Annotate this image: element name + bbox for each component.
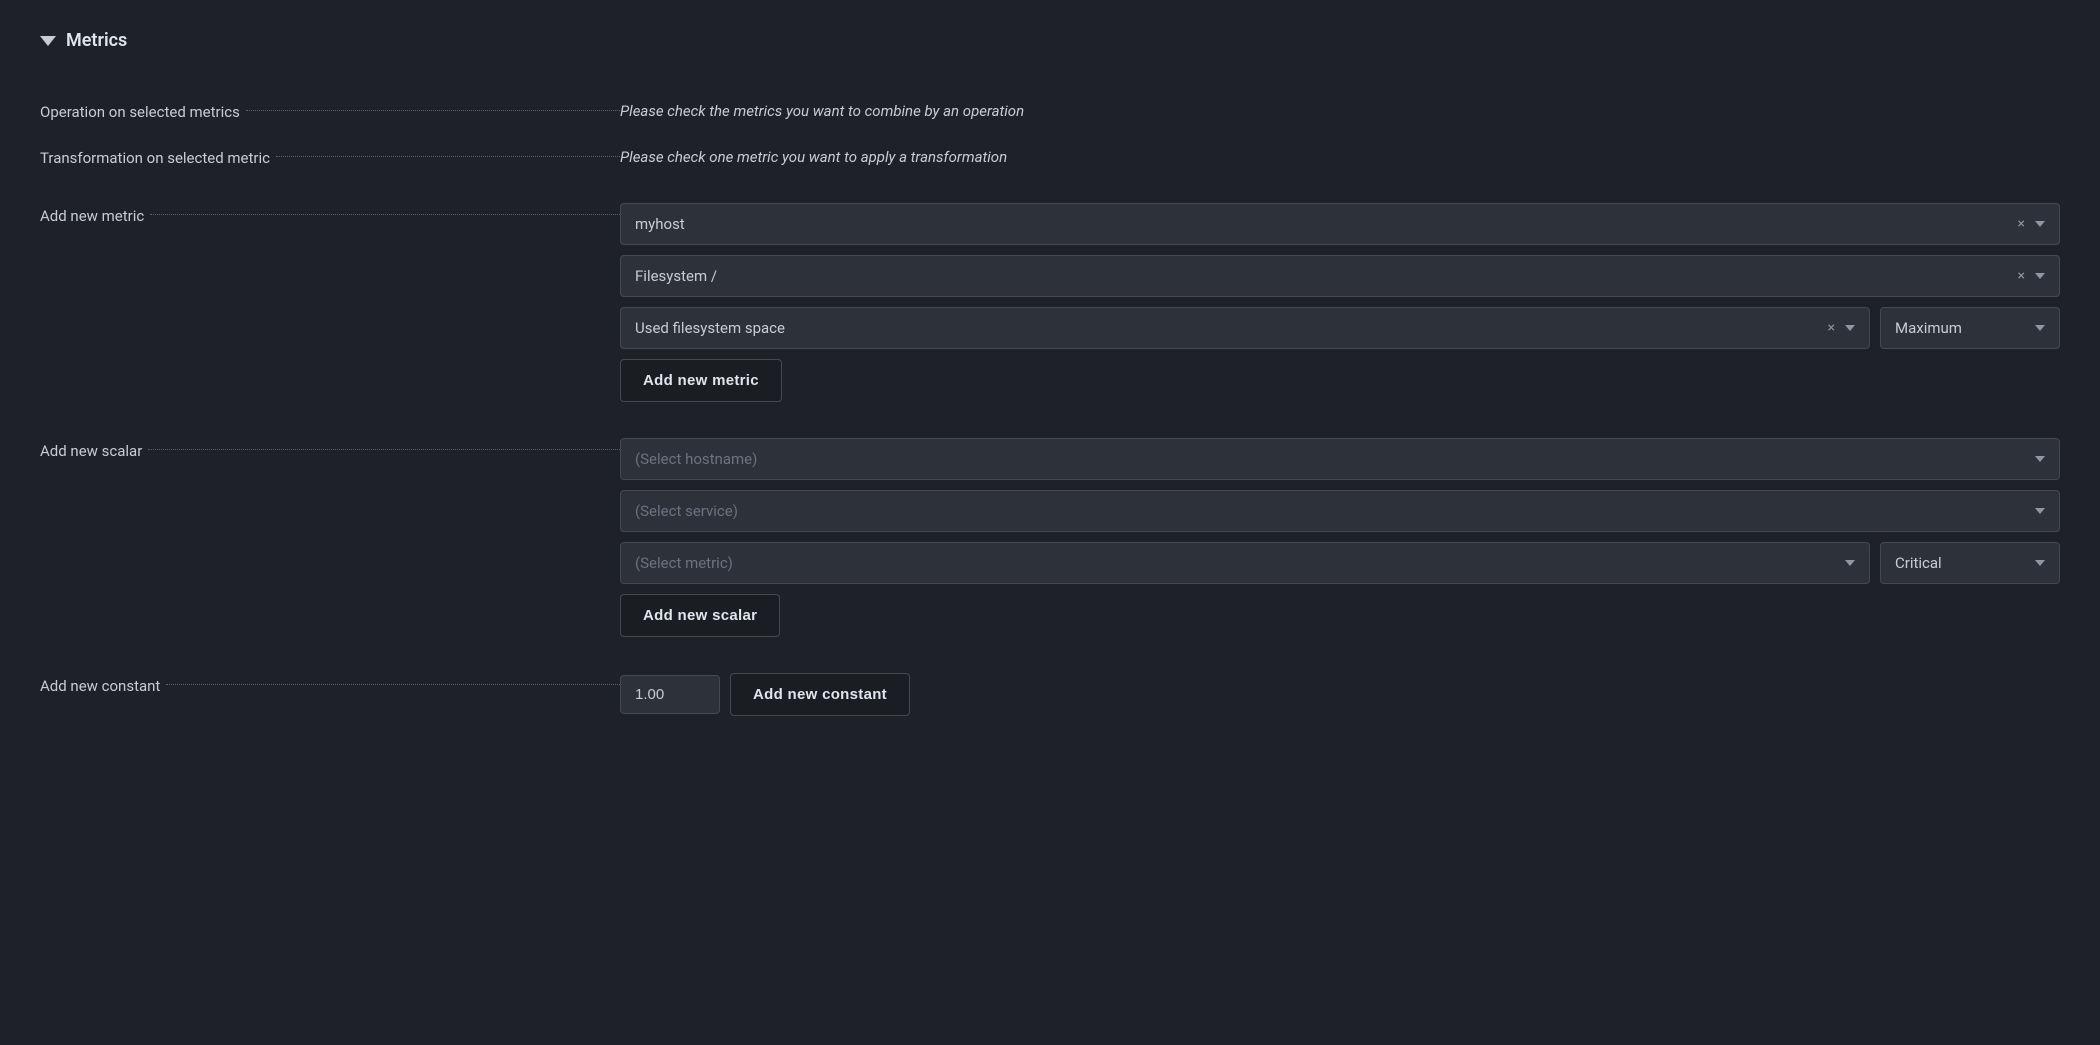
metric-clear-icon[interactable]: × bbox=[1828, 320, 1835, 336]
operation-row: Operation on selected metrics Please che… bbox=[40, 81, 2060, 141]
add-scalar-dotted bbox=[148, 449, 620, 450]
hostname-clear-icon[interactable]: × bbox=[2018, 216, 2025, 232]
scalar-metric-placeholder: (Select metric) bbox=[635, 554, 733, 572]
scalar-consolidation-chevron-icon[interactable] bbox=[2035, 560, 2045, 566]
metric-value: Used filesystem space bbox=[635, 319, 785, 337]
scalar-metric-dropdown[interactable]: (Select metric) bbox=[620, 542, 1870, 584]
transformation-info-line2: Please check one metric you want to appl… bbox=[620, 145, 2060, 169]
constant-value-input[interactable] bbox=[620, 675, 720, 714]
filesystem-clear-icon[interactable]: × bbox=[2018, 268, 2025, 284]
scalar-hostname-dropdown[interactable]: (Select hostname) bbox=[620, 438, 2060, 480]
filesystem-dropdown-row: Filesystem / × bbox=[620, 255, 2060, 297]
filesystem-value: Filesystem / bbox=[635, 267, 717, 285]
hostname-chevron-icon[interactable] bbox=[2035, 221, 2045, 227]
form-rows: Operation on selected metrics Please che… bbox=[40, 81, 2060, 734]
section-title: Metrics bbox=[66, 30, 127, 51]
metric-consolidation-row: Used filesystem space × Maximum bbox=[620, 307, 2060, 349]
scalar-hostname-row: (Select hostname) bbox=[620, 438, 2060, 480]
add-metric-dotted bbox=[150, 214, 620, 215]
scalar-service-row: (Select service) bbox=[620, 490, 2060, 532]
metrics-section: Metrics Operation on selected metrics Pl… bbox=[40, 30, 2060, 734]
scalar-hostname-chevron-icon[interactable] bbox=[2035, 456, 2045, 462]
filesystem-dropdown[interactable]: Filesystem / × bbox=[620, 255, 2060, 297]
metric-dropdown[interactable]: Used filesystem space × bbox=[620, 307, 1870, 349]
add-metric-label: Add new metric bbox=[40, 207, 144, 225]
scalar-metric-consolidation-row: (Select metric) Critical bbox=[620, 542, 2060, 584]
transformation-label: Transformation on selected metric bbox=[40, 149, 270, 167]
transformation-content: Please check one metric you want to appl… bbox=[620, 145, 2060, 169]
add-constant-row: Add new constant Add new constant bbox=[40, 655, 2060, 734]
add-constant-button[interactable]: Add new constant bbox=[730, 673, 910, 716]
scalar-hostname-placeholder: (Select hostname) bbox=[635, 450, 757, 468]
operation-info-line1: Please check the metrics you want to com… bbox=[620, 99, 2060, 123]
consolidation-value: Maximum bbox=[1895, 319, 1962, 337]
add-constant-label: Add new constant bbox=[40, 677, 160, 695]
add-scalar-label-col: Add new scalar bbox=[40, 438, 620, 460]
transformation-dotted bbox=[276, 156, 620, 157]
transformation-row: Transformation on selected metric Please… bbox=[40, 141, 2060, 185]
consolidation-dropdown[interactable]: Maximum bbox=[1880, 307, 2060, 349]
metric-chevron-icon[interactable] bbox=[1845, 325, 1855, 331]
add-constant-dotted bbox=[166, 684, 620, 685]
scalar-service-dropdown[interactable]: (Select service) bbox=[620, 490, 2060, 532]
scalar-service-chevron-icon[interactable] bbox=[2035, 508, 2045, 514]
transformation-label-col: Transformation on selected metric bbox=[40, 145, 620, 167]
hostname-dropdown[interactable]: myhost × bbox=[620, 203, 2060, 245]
scalar-consolidation-value: Critical bbox=[1895, 554, 1942, 572]
add-constant-content: Add new constant bbox=[620, 673, 2060, 716]
scalar-service-placeholder: (Select service) bbox=[635, 502, 738, 520]
operation-content: Please check the metrics you want to com… bbox=[620, 99, 2060, 123]
collapse-icon[interactable] bbox=[40, 36, 56, 46]
add-metric-button[interactable]: Add new metric bbox=[620, 359, 782, 402]
add-scalar-row: Add new scalar (Select hostname) bbox=[40, 420, 2060, 655]
hostname-value: myhost bbox=[635, 215, 685, 233]
operation-dotted bbox=[246, 110, 620, 111]
filesystem-chevron-icon[interactable] bbox=[2035, 273, 2045, 279]
add-metric-content: myhost × Filesystem / bbox=[620, 203, 2060, 402]
add-metric-label-col: Add new metric bbox=[40, 203, 620, 225]
hostname-dropdown-row: myhost × bbox=[620, 203, 2060, 245]
add-scalar-button[interactable]: Add new scalar bbox=[620, 594, 780, 637]
add-metric-row: Add new metric myhost × bbox=[40, 185, 2060, 420]
section-header: Metrics bbox=[40, 30, 2060, 51]
consolidation-chevron-icon[interactable] bbox=[2035, 325, 2045, 331]
add-constant-label-col: Add new constant bbox=[40, 673, 620, 695]
scalar-metric-chevron-icon[interactable] bbox=[1845, 560, 1855, 566]
operation-label-col: Operation on selected metrics bbox=[40, 99, 620, 121]
add-scalar-content: (Select hostname) (Select service) bbox=[620, 438, 2060, 637]
operation-label: Operation on selected metrics bbox=[40, 103, 240, 121]
add-scalar-label: Add new scalar bbox=[40, 442, 142, 460]
constant-input-row: Add new constant bbox=[620, 673, 2060, 716]
scalar-consolidation-dropdown[interactable]: Critical bbox=[1880, 542, 2060, 584]
